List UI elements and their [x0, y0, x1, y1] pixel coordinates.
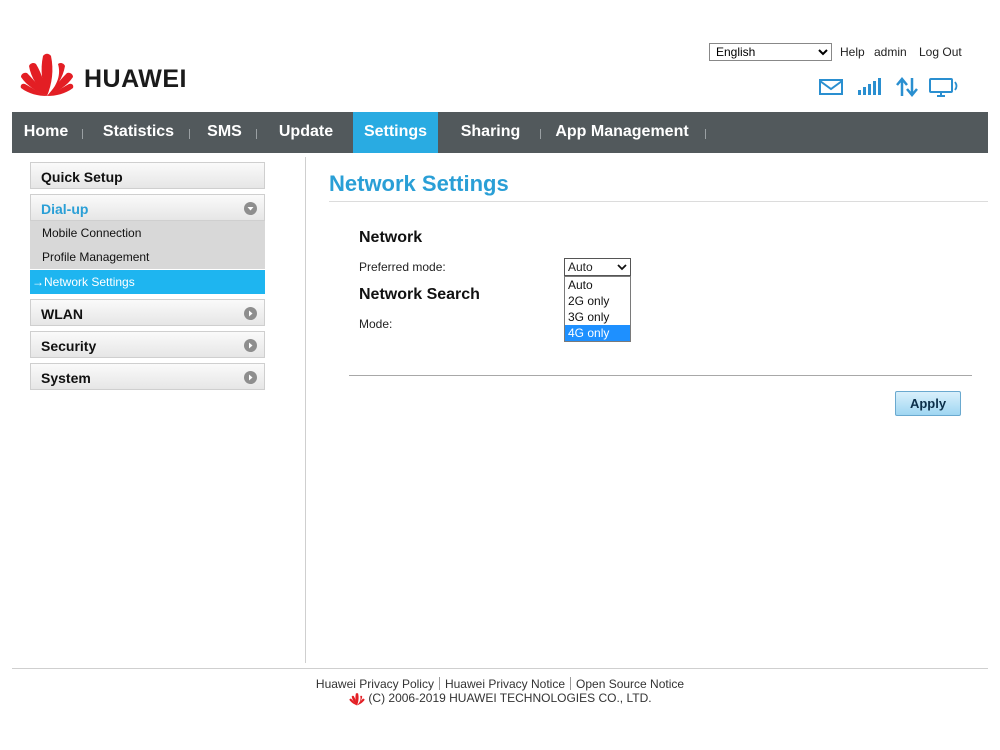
sidebar-item-profile-management[interactable]: Profile Management	[30, 245, 265, 269]
preferred-mode-select[interactable]: Auto	[564, 258, 631, 276]
preferred-mode-dropdown: Auto 2G only 3G only 4G only	[564, 276, 631, 342]
title-divider	[329, 201, 988, 202]
nav-separator	[189, 129, 190, 139]
chevron-right-icon	[244, 339, 257, 352]
nav-separator	[82, 129, 83, 139]
footer-links: Huawei Privacy Policy Huawei Privacy Noti…	[0, 677, 1000, 691]
sidebar-item-label: Quick Setup	[41, 169, 123, 185]
content-divider	[305, 157, 306, 663]
username: admin	[874, 45, 907, 59]
sidebar-system[interactable]: System	[30, 363, 265, 390]
network-heading: Network	[359, 229, 423, 246]
chevron-right-icon	[244, 371, 257, 384]
mode-option-3g[interactable]: 3G only	[565, 309, 630, 325]
network-search-heading: Network Search	[359, 286, 480, 303]
footer-separator	[570, 677, 572, 690]
sidebar-item-label: Dial-up	[41, 201, 89, 217]
nav-separator	[256, 129, 257, 139]
nav-update[interactable]: Update	[263, 112, 349, 153]
open-source-notice-link[interactable]: Open Source Notice	[576, 677, 684, 691]
huawei-logo: HUAWEI	[18, 50, 208, 100]
mode-label: Mode:	[359, 317, 393, 331]
nav-statistics[interactable]: Statistics	[90, 112, 187, 153]
privacy-notice-link[interactable]: Huawei Privacy Notice	[445, 677, 565, 691]
privacy-policy-link[interactable]: Huawei Privacy Policy	[316, 677, 434, 691]
sidebar-item-mobile-connection[interactable]: Mobile Connection	[30, 221, 265, 245]
chevron-down-icon	[617, 264, 627, 271]
mode-option-4g[interactable]: 4G only	[565, 325, 630, 341]
nav-sharing[interactable]: Sharing	[448, 112, 533, 153]
main-nav: Home Statistics SMS Update Settings Shar…	[12, 112, 988, 153]
footer-separator	[438, 677, 440, 690]
sidebar-quick-setup[interactable]: Quick Setup	[30, 162, 265, 189]
chevron-right-icon	[244, 307, 257, 320]
nav-settings[interactable]: Settings	[353, 112, 438, 153]
sidebar-item-label: Network Settings	[44, 275, 135, 289]
nav-separator	[540, 129, 541, 139]
data-transfer-icon	[896, 77, 918, 97]
apply-button[interactable]: Apply	[895, 391, 961, 416]
arrow-right-icon: →	[32, 275, 44, 289]
footer-divider	[12, 668, 988, 669]
mode-option-2g[interactable]: 2G only	[565, 293, 630, 309]
preferred-mode-label: Preferred mode:	[359, 260, 446, 274]
help-link[interactable]: Help	[840, 45, 865, 59]
sidebar-item-label: Security	[41, 338, 97, 354]
sidebar-item-network-settings[interactable]: →Network Settings	[30, 270, 265, 294]
nav-app-management[interactable]: App Management	[547, 112, 697, 153]
mode-option-auto[interactable]: Auto	[565, 277, 630, 293]
sidebar-dial-up[interactable]: Dial-up	[30, 194, 265, 221]
sidebar-item-label: System	[41, 370, 91, 386]
copyright-text: (C) 2006-2019 HUAWEI TECHNOLOGIES CO., L…	[368, 691, 652, 705]
nav-sms[interactable]: SMS	[196, 112, 253, 153]
huawei-flower-icon	[349, 693, 365, 706]
copyright: (C) 2006-2019 HUAWEI TECHNOLOGIES CO., L…	[0, 691, 1000, 706]
huawei-flower-icon	[20, 53, 74, 96]
brand-name: HUAWEI	[84, 65, 187, 93]
sidebar-item-label: WLAN	[41, 306, 83, 322]
logout-link[interactable]: Log Out	[919, 45, 962, 59]
sidebar-wlan[interactable]: WLAN	[30, 299, 265, 326]
content-divider-line	[349, 375, 972, 376]
nav-home[interactable]: Home	[12, 112, 80, 153]
language-select[interactable]: English	[709, 43, 832, 61]
sidebar-security[interactable]: Security	[30, 331, 265, 358]
chevron-down-icon	[244, 202, 257, 215]
preferred-mode-value: Auto	[568, 260, 593, 274]
device-connection-icon[interactable]	[928, 76, 960, 98]
mail-icon[interactable]	[818, 76, 844, 98]
signal-strength-icon	[858, 78, 881, 95]
page-title: Network Settings	[329, 171, 509, 196]
nav-separator	[705, 129, 706, 139]
